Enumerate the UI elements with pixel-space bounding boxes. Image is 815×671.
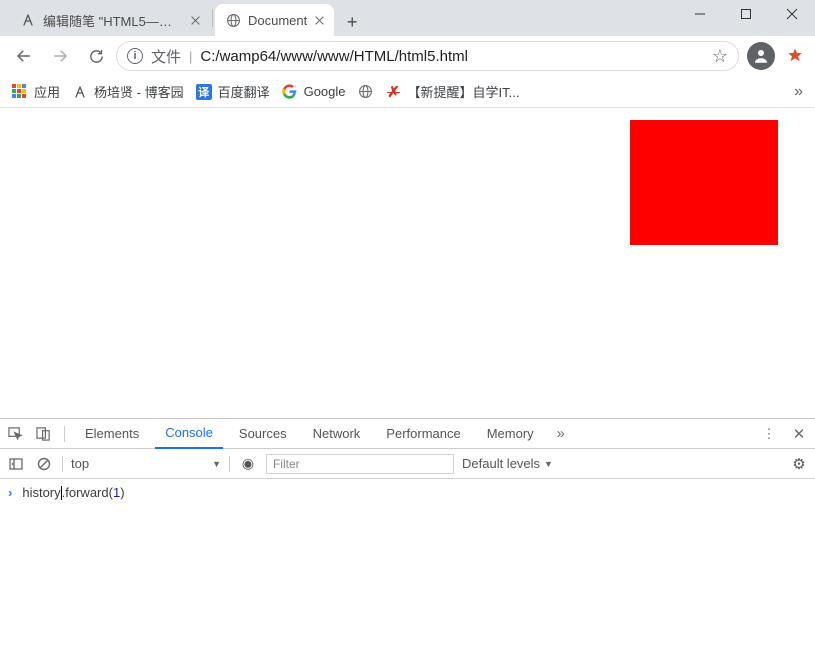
dropdown-triangle-icon: ▼	[212, 459, 221, 469]
bookmark-label: 百度翻译	[218, 82, 270, 101]
code-token: forward	[65, 485, 108, 500]
console-input-line[interactable]: › history.forward(1)	[8, 485, 807, 500]
devtools-more-tabs-icon[interactable]: »	[550, 425, 572, 442]
back-button[interactable]	[8, 40, 40, 72]
google-icon	[282, 84, 298, 100]
window-maximize-button[interactable]	[723, 0, 769, 28]
bookmark-label: 【新提醒】自学IT...	[408, 82, 520, 101]
bookmarks-overflow-button[interactable]: »	[794, 83, 803, 101]
devtools-tab-sources[interactable]: Sources	[229, 419, 297, 449]
devtools-panel: Elements Console Sources Network Perform…	[0, 419, 815, 671]
console-settings-icon[interactable]: ⚙	[789, 454, 809, 474]
tab-title: Document	[248, 13, 307, 28]
browser-tab-0[interactable]: 编辑随笔 "HTML5——新增	[10, 4, 210, 36]
log-levels-selector[interactable]: Default levels ▼	[462, 456, 553, 471]
forward-button[interactable]	[44, 40, 76, 72]
x-red-icon: ✗	[386, 84, 402, 100]
address-bar[interactable]: i 文件 | C:/wamp64/www/www/HTML/html5.html…	[116, 41, 739, 71]
url-separator: |	[189, 49, 192, 64]
url-path: C:/wamp64/www/www/HTML/html5.html	[200, 48, 468, 65]
devtools-tab-network[interactable]: Network	[303, 419, 371, 449]
bookmark-item-0[interactable]: 杨培贤 - 博客园	[72, 82, 184, 101]
baidu-translate-icon: 译	[196, 84, 212, 100]
bookmark-label: Google	[304, 84, 346, 99]
bookmark-item-1[interactable]: 译 百度翻译	[196, 82, 270, 101]
apps-grid-icon	[12, 84, 28, 100]
bookmarks-apps[interactable]: 应用	[12, 82, 60, 101]
bookmarks-apps-label: 应用	[34, 82, 60, 101]
devtools-close-icon[interactable]: ✕	[787, 425, 811, 443]
devtools-menu-icon[interactable]: ⋮	[757, 426, 781, 442]
inspect-element-icon[interactable]	[4, 426, 26, 441]
console-filter-input[interactable]: Filter	[266, 454, 454, 474]
bookmark-item-3[interactable]	[358, 84, 374, 100]
tab-close-icon[interactable]	[190, 15, 200, 25]
dropdown-triangle-icon: ▼	[544, 459, 553, 469]
bookmarks-bar: 应用 杨培贤 - 博客园 译 百度翻译 Google ✗ 【新提醒】自学IT..…	[0, 76, 815, 108]
favicon-globe-icon	[225, 12, 241, 28]
page-viewport	[0, 108, 815, 419]
globe-icon	[358, 84, 374, 100]
bookmark-item-2[interactable]: Google	[282, 84, 346, 100]
devtools-tab-performance[interactable]: Performance	[376, 419, 470, 449]
reload-button[interactable]	[80, 40, 112, 72]
log-levels-label: Default levels	[462, 456, 540, 471]
console-context-selector[interactable]: top ▼	[71, 456, 221, 471]
clear-console-icon[interactable]	[34, 454, 54, 474]
code-token: history	[22, 485, 60, 500]
favicon-cnblogs-icon	[20, 12, 36, 28]
live-expression-icon[interactable]: ◉	[238, 454, 258, 474]
bookmark-label: 杨培贤 - 博客园	[94, 82, 184, 101]
tab-close-icon[interactable]	[314, 15, 324, 25]
console-toolbar: top ▼ ◉ Filter Default levels ▼ ⚙	[0, 449, 815, 479]
tab-title: 编辑随笔 "HTML5——新增	[43, 11, 183, 30]
console-output[interactable]: › history.forward(1)	[0, 479, 815, 671]
tab-separator	[212, 9, 213, 27]
toolbar: i 文件 | C:/wamp64/www/www/HTML/html5.html…	[0, 36, 815, 76]
console-prompt-icon: ›	[8, 485, 12, 500]
window-minimize-button[interactable]	[677, 0, 723, 28]
profile-avatar[interactable]	[747, 42, 775, 70]
bookmark-star-icon[interactable]: ☆	[712, 46, 728, 67]
window-close-button[interactable]	[769, 0, 815, 28]
devtools-tab-elements[interactable]: Elements	[75, 419, 149, 449]
devtools-tab-memory[interactable]: Memory	[477, 419, 544, 449]
console-sidebar-toggle-icon[interactable]	[6, 454, 26, 474]
extension-icon[interactable]	[783, 44, 807, 68]
devtools-tabbar: Elements Console Sources Network Perform…	[0, 419, 815, 449]
site-info-icon[interactable]: i	[127, 48, 143, 64]
new-tab-button[interactable]: +	[338, 8, 366, 36]
code-token: 1	[113, 485, 120, 500]
bookmark-item-4[interactable]: ✗ 【新提醒】自学IT...	[386, 82, 520, 101]
cnblogs-icon	[72, 84, 88, 100]
browser-tab-1[interactable]: Document	[215, 4, 334, 36]
url-scheme: 文件	[151, 46, 181, 67]
devtools-tab-console[interactable]: Console	[155, 419, 223, 449]
console-context-label: top	[71, 456, 89, 471]
red-box	[630, 120, 778, 245]
device-toggle-icon[interactable]	[32, 426, 54, 441]
